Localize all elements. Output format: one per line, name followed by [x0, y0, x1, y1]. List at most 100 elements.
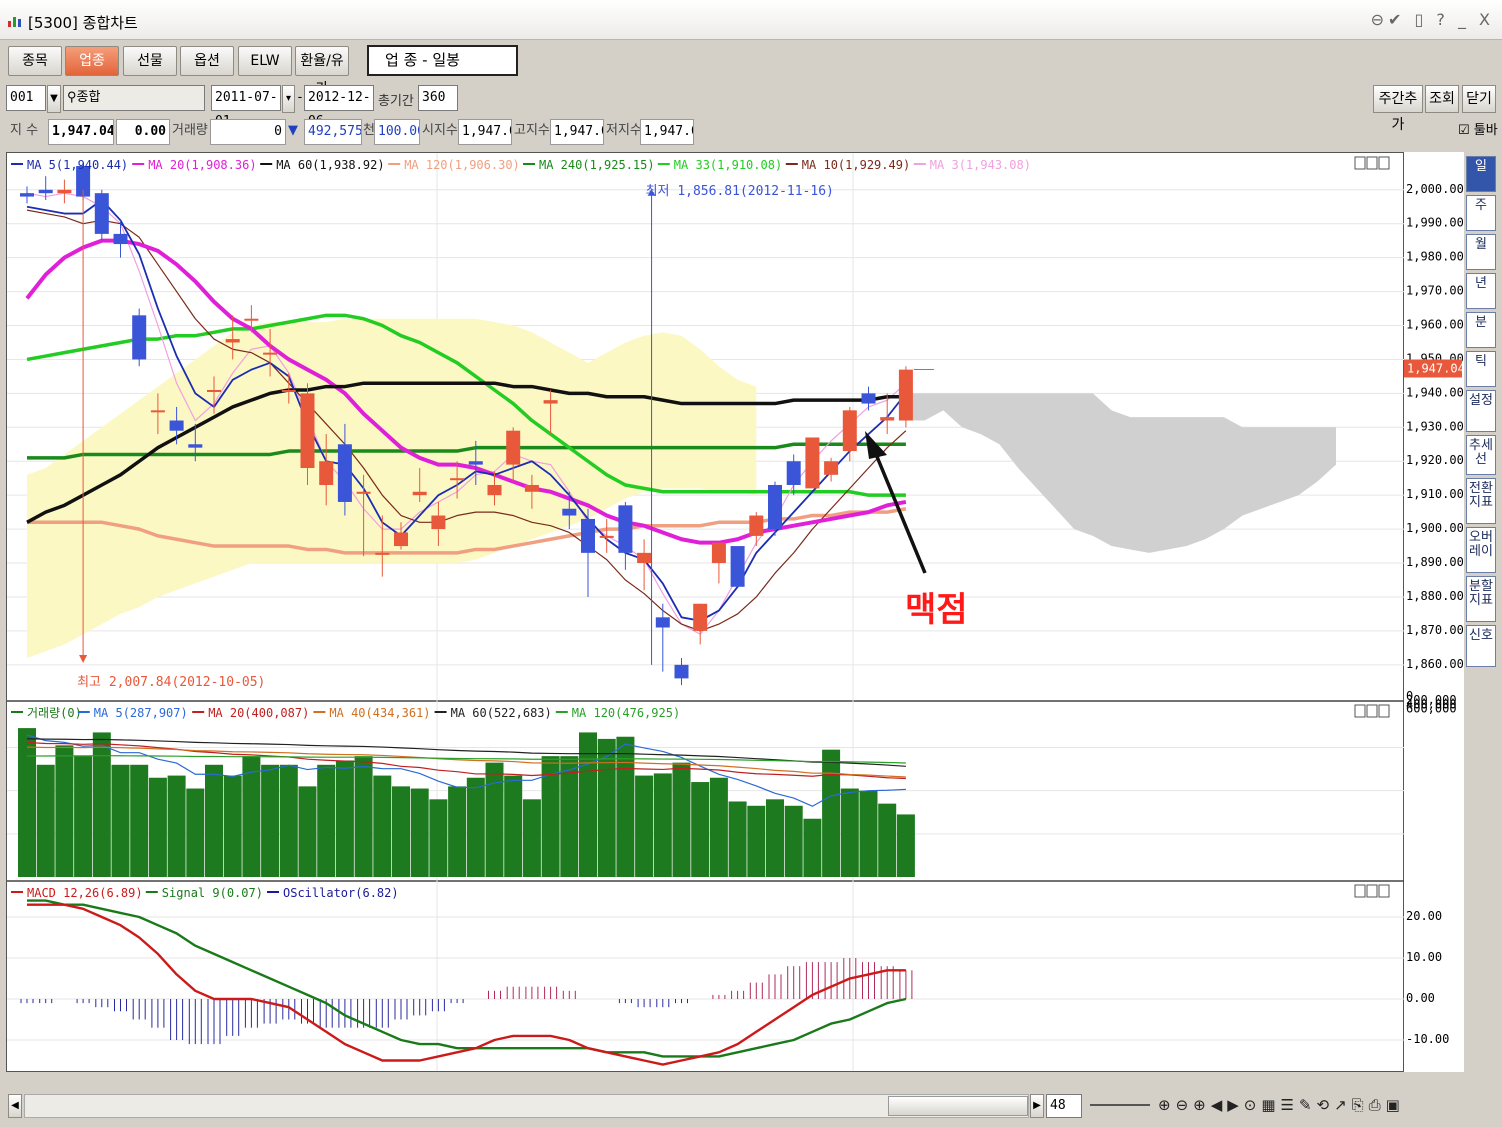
panel-control-box — [1354, 884, 1366, 898]
legend-label: MA 5(1,940.44) — [27, 158, 128, 172]
toolbar-checkbox[interactable]: ☑ 툴바 — [1458, 119, 1498, 145]
amount-value: 492,575 — [304, 119, 362, 145]
volume-bar — [560, 756, 579, 877]
macd-axis-label: 10.00 — [1406, 950, 1442, 964]
volume-bar — [354, 756, 373, 877]
candle-body — [207, 389, 221, 392]
chart-area[interactable]: 최저 1,856.81(2012-11-16) 최고 2,007.84(2012-… — [6, 152, 1470, 1092]
start-date-dropdown[interactable]: ▾ — [282, 85, 295, 113]
zoom-count-input[interactable]: 48 — [1046, 1094, 1082, 1118]
close-button[interactable]: 닫기 — [1462, 85, 1496, 113]
candle-body — [487, 484, 502, 496]
tab-0[interactable]: 종목 — [8, 46, 62, 76]
price-axis-label: 1,900.00 — [1406, 521, 1464, 535]
legend-label: MA 33(1,910.08) — [674, 158, 782, 172]
weekly-add-button[interactable]: 주간추가 — [1373, 85, 1423, 133]
chart-mode-box[interactable]: 업 종 - 일봉 — [367, 45, 518, 76]
macd-axis-label: 0.00 — [1406, 991, 1435, 1005]
period-button-11[interactable]: 신호 — [1466, 625, 1496, 667]
candle-body — [169, 420, 184, 431]
callout-arrow-line — [871, 446, 927, 574]
legend-label: MA 120(1,906.30) — [404, 158, 520, 172]
tab-4[interactable]: ELW — [238, 46, 292, 76]
volume-bar — [167, 775, 186, 877]
candle-body — [898, 369, 913, 421]
volume-bar — [261, 764, 280, 877]
legend-label: MA 60(522,683) — [451, 706, 552, 720]
legend-label: MA 10(1,929.49) — [802, 158, 910, 172]
volume-bar — [840, 788, 859, 877]
period-button-6[interactable]: 설정 — [1466, 390, 1496, 432]
period-button-5[interactable]: 틱 — [1466, 351, 1496, 387]
period-button-10[interactable]: 분할 지표 — [1466, 576, 1496, 622]
low-label: 저지수 — [606, 123, 642, 138]
volume-bar — [92, 732, 111, 877]
candle-body — [263, 352, 278, 355]
name-search-field[interactable]: ⚲종합 — [63, 85, 205, 111]
tab-3[interactable]: 옵션 — [180, 46, 234, 76]
window-title: [5300] 종합차트 — [28, 14, 138, 32]
volume-bar — [859, 790, 878, 877]
panel-control-box — [1366, 884, 1378, 898]
zoom-slider[interactable] — [1090, 1104, 1150, 1106]
volume-bar — [466, 777, 485, 877]
volume-bar — [279, 764, 298, 877]
scroll-left-button[interactable]: ◀ — [8, 1094, 22, 1118]
candle-body — [375, 552, 390, 555]
candle-body — [468, 461, 483, 465]
price-axis-label: 1,980.00 — [1406, 250, 1464, 264]
date-separator: - — [296, 90, 304, 105]
period-button-8[interactable]: 전환 지표 — [1466, 478, 1496, 524]
tab-5[interactable]: 환율/유가 — [295, 46, 349, 97]
volume-bar — [803, 818, 822, 877]
code-dropdown-button[interactable]: ▼ — [47, 85, 61, 113]
candle-body — [356, 491, 371, 494]
high-marker-arrow — [79, 655, 88, 663]
panel-control-box — [1354, 156, 1366, 170]
candle-body — [188, 444, 203, 448]
period-input[interactable]: 360 — [418, 85, 458, 111]
price-axis-label: 1,940.00 — [1406, 385, 1464, 399]
volume-bar — [186, 788, 205, 877]
end-date-input[interactable]: 2012-12-06 — [304, 85, 374, 129]
volume-bar — [522, 799, 541, 877]
tab-2[interactable]: 선물 — [123, 46, 177, 76]
candle-body — [618, 505, 633, 553]
chart-tool-icons[interactable]: ⊕⊖⊕◀▶⊙▦☰✎⟲↗⎘⎙▣ — [1158, 1096, 1405, 1114]
candle-body — [768, 484, 782, 530]
horizontal-scrollbar[interactable] — [24, 1094, 1029, 1118]
volume-bar — [298, 786, 317, 877]
volume-bar — [485, 762, 504, 877]
volume-bar — [373, 775, 392, 877]
window-controls[interactable]: ⊖✔ ▯ ? _ X — [1371, 10, 1494, 29]
price-axis-area: 2,000.00 1,990.00 1,980.00 1,970.00 1,960.00… — [1404, 152, 1465, 1072]
period-button-7[interactable]: 추세선 — [1466, 435, 1496, 475]
scrollbar-thumb[interactable] — [888, 1096, 1028, 1116]
volume-bar — [822, 749, 841, 877]
candle-body — [711, 542, 726, 564]
candle-body — [20, 193, 34, 197]
tab-1[interactable]: 업종 — [65, 46, 119, 76]
start-date-input[interactable]: 2011-07-01 — [211, 85, 281, 129]
period-button-0[interactable]: 일 — [1466, 156, 1496, 192]
period-button-3[interactable]: 년 — [1466, 273, 1496, 309]
macd-axis-label: -10.00 — [1406, 1032, 1449, 1046]
volume-ma-line — [26, 738, 906, 767]
scroll-right-button[interactable]: ▶ — [1030, 1094, 1044, 1118]
candle-body — [450, 478, 465, 481]
period-button-9[interactable]: 오버 레이 — [1466, 527, 1496, 573]
volume-label: 거래량 — [172, 123, 208, 138]
code-input[interactable]: 001 — [6, 85, 46, 111]
candle-body — [543, 400, 558, 404]
search-button[interactable]: 조회 — [1425, 85, 1459, 113]
candle-body — [524, 484, 539, 492]
volume-bar — [242, 756, 261, 877]
volume-bar — [205, 764, 223, 877]
period-button-4[interactable]: 분 — [1466, 312, 1496, 348]
period-button-1[interactable]: 주 — [1466, 195, 1496, 231]
candle-body — [637, 552, 652, 564]
period-button-2[interactable]: 월 — [1466, 234, 1496, 270]
price-axis-label: 1,960.00 — [1406, 318, 1464, 332]
volume-bar — [448, 786, 467, 877]
legend-label: MA 40(434,361) — [329, 706, 430, 720]
